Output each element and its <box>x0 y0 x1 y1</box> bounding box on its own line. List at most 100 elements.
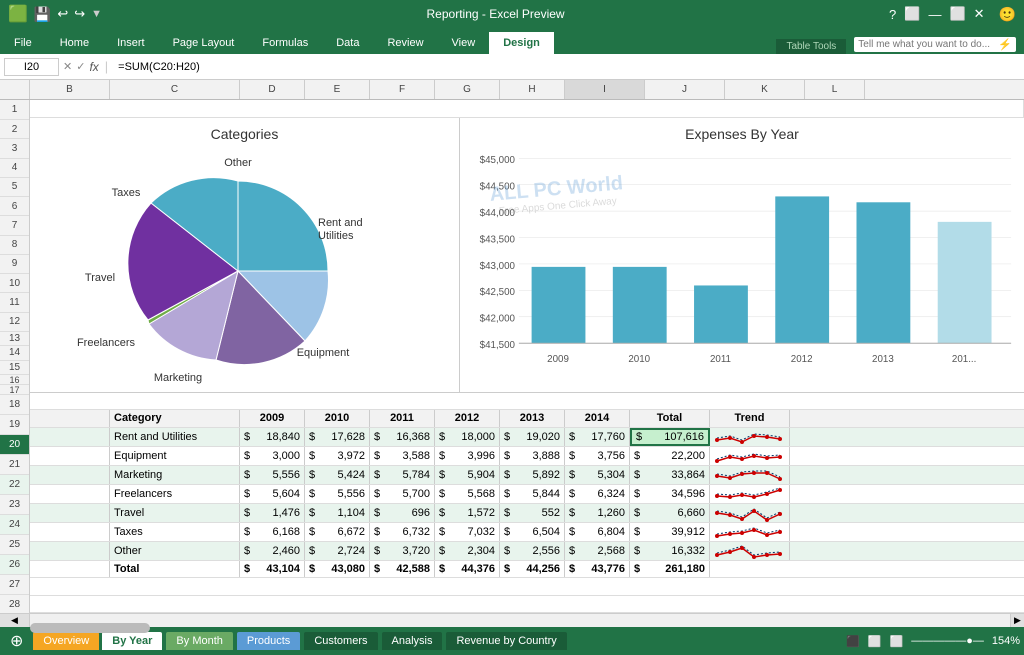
bar-chart-title: Expenses By Year <box>468 126 1016 142</box>
tab-data[interactable]: Data <box>322 32 373 54</box>
table-row-22[interactable]: Marketing $5,556 $5,424 $5,784 $5,904 $5… <box>30 466 1024 485</box>
formula-bar: ✕ ✓ fx | <box>0 54 1024 80</box>
col-header-d[interactable]: D <box>240 80 305 99</box>
svg-text:2009: 2009 <box>547 353 569 364</box>
tab-view[interactable]: View <box>438 32 490 54</box>
tab-design[interactable]: Design <box>489 32 554 54</box>
cell-cat-20: Rent and Utilities <box>110 428 240 446</box>
cell-cat-21: Equipment <box>110 447 240 465</box>
svg-text:Utilities: Utilities <box>318 230 354 242</box>
table-row-20[interactable]: Rent and Utilities $18,840 $17,628 $16,3… <box>30 428 1024 447</box>
svg-text:$43,000: $43,000 <box>480 260 516 271</box>
status-right: ⬛ ⬜ ⬜ —————●— 154% <box>846 635 1020 648</box>
formula-fx-icon[interactable]: fx <box>89 60 98 74</box>
tab-page-layout[interactable]: Page Layout <box>159 32 249 54</box>
search-icon: ⚡ <box>998 38 1012 51</box>
row-numbers: 1 2 3 4 5 6 7 8 9 10 11 12 13 14 15 <box>0 100 30 613</box>
search-box-container[interactable]: ⚡ <box>854 37 1016 52</box>
col-header-e[interactable]: E <box>305 80 370 99</box>
pie-chart-container: Categories <box>30 118 460 392</box>
tab-home[interactable]: Home <box>46 32 103 54</box>
tab-review[interactable]: Review <box>373 32 437 54</box>
bar-chart-container: Expenses By Year $45,000 $44,500 $44,000… <box>460 118 1024 392</box>
svg-text:2012: 2012 <box>791 353 813 364</box>
sheet-tab-overview[interactable]: Overview <box>33 632 99 650</box>
help-icon[interactable]: ? <box>889 7 896 22</box>
sheet-tab-byyear[interactable]: By Year <box>102 632 162 650</box>
col-header-b[interactable]: B <box>30 80 110 99</box>
col-header-j[interactable]: J <box>645 80 725 99</box>
chart-row-numbers: 2 3 4 5 6 7 8 9 10 11 12 13 14 15 16 17 <box>0 120 29 395</box>
svg-text:$44,000: $44,000 <box>480 207 516 218</box>
app-icon: 🟩 <box>8 4 28 24</box>
header-2013: 2013 <box>500 410 565 427</box>
grid-body: 1 2 3 4 5 6 7 8 9 10 11 12 13 14 15 <box>0 100 1024 613</box>
table-row-26[interactable]: Other $2,460 $2,724 $3,720 $2,304 $2,556… <box>30 542 1024 561</box>
add-sheet-button[interactable]: ⊕ <box>4 631 29 651</box>
chart-area: Categories <box>30 118 1024 393</box>
table-row-24[interactable]: Travel $1,476 $1,104 $696 $1,572 $552 $1… <box>30 504 1024 523</box>
svg-text:$42,500: $42,500 <box>480 287 516 298</box>
view-layout-icon[interactable]: ⬜ <box>868 635 882 648</box>
title-bar-left: 🟩 💾 ↩ ↪ ▼ <box>8 4 102 24</box>
minimize-icon[interactable]: — <box>928 7 941 22</box>
view-normal-icon[interactable]: ⬛ <box>846 635 860 648</box>
name-box[interactable] <box>4 58 59 76</box>
col-header-f[interactable]: F <box>370 80 435 99</box>
column-headers: B C D E F G H I J K L <box>0 80 1024 100</box>
quick-access-custom[interactable]: ▼ <box>91 8 102 20</box>
col-header-c[interactable]: C <box>110 80 240 99</box>
sheet-tab-customers[interactable]: Customers <box>304 632 377 650</box>
table-header-row: Category 2009 2010 2011 2012 2013 2014 T… <box>30 410 1024 428</box>
col-header-g[interactable]: G <box>435 80 500 99</box>
close-icon[interactable]: ✕ <box>974 6 985 22</box>
cell-total-20[interactable]: $107,616 <box>630 428 710 446</box>
window-title: Reporting - Excel Preview <box>102 7 889 21</box>
search-input[interactable] <box>858 39 998 50</box>
svg-text:Taxes: Taxes <box>112 187 141 199</box>
table-row-21[interactable]: Equipment $3,000 $3,972 $3,588 $3,996 $3… <box>30 447 1024 466</box>
formula-separator: | <box>105 59 108 74</box>
cell-trend-20 <box>710 428 790 446</box>
svg-text:$41,500: $41,500 <box>480 340 516 351</box>
sheet-tab-analysis[interactable]: Analysis <box>382 632 443 650</box>
tab-insert[interactable]: Insert <box>103 32 159 54</box>
quick-access-redo[interactable]: ↪ <box>74 6 85 22</box>
svg-text:$45,000: $45,000 <box>480 155 516 166</box>
col-header-k[interactable]: K <box>725 80 805 99</box>
zoom-slider[interactable]: —————●— <box>911 635 984 647</box>
col-header-i[interactable]: I <box>565 80 645 99</box>
status-bar: ⊕ Overview By Year By Month Products Cus… <box>0 627 1024 655</box>
sheet-tab-bymonth[interactable]: By Month <box>166 632 232 650</box>
quick-access-undo[interactable]: ↩ <box>57 6 68 22</box>
formula-input[interactable] <box>114 59 1020 75</box>
maximize-icon[interactable]: ⬜ <box>949 6 965 22</box>
formula-confirm-icon[interactable]: ✓ <box>76 60 85 73</box>
cell-2011-20: $16,368 <box>370 428 435 446</box>
svg-text:2010: 2010 <box>628 353 650 364</box>
table-row-23[interactable]: Freelancers $5,604 $5,556 $5,700 $5,568 … <box>30 485 1024 504</box>
col-header-h[interactable]: H <box>500 80 565 99</box>
title-bar-controls: ? ⬜ — ⬜ ✕ 🙂 <box>889 6 1016 23</box>
h-scrollbar[interactable]: ◀ ▶ <box>0 613 1024 627</box>
table-row-25[interactable]: Taxes $6,168 $6,672 $6,732 $7,032 $6,504… <box>30 523 1024 542</box>
tab-file[interactable]: File <box>0 32 46 54</box>
cell-2010-20: $17,628 <box>305 428 370 446</box>
pie-chart-svg: Rent and Utilities Other Taxes Travel Fr… <box>38 146 448 386</box>
ribbon-toggle-icon[interactable]: ⬜ <box>904 6 920 22</box>
sheet-tab-products[interactable]: Products <box>237 632 300 650</box>
corner-cell <box>0 80 30 99</box>
header-2009: 2009 <box>240 410 305 427</box>
tab-formulas[interactable]: Formulas <box>248 32 322 54</box>
formula-cancel-icon[interactable]: ✕ <box>63 60 72 73</box>
grid-content: Categories <box>30 100 1024 613</box>
formula-icons: ✕ ✓ fx | <box>63 59 110 74</box>
pie-chart-title: Categories <box>38 126 451 142</box>
col-header-l[interactable]: L <box>805 80 865 99</box>
quick-access-save[interactable]: 💾 <box>34 6 51 23</box>
cell-2009-20: $18,840 <box>240 428 305 446</box>
view-page-icon[interactable]: ⬜ <box>890 635 904 648</box>
svg-text:Marketing: Marketing <box>154 372 202 384</box>
svg-text:2011: 2011 <box>710 353 731 364</box>
sheet-tab-revenue[interactable]: Revenue by Country <box>446 632 566 650</box>
